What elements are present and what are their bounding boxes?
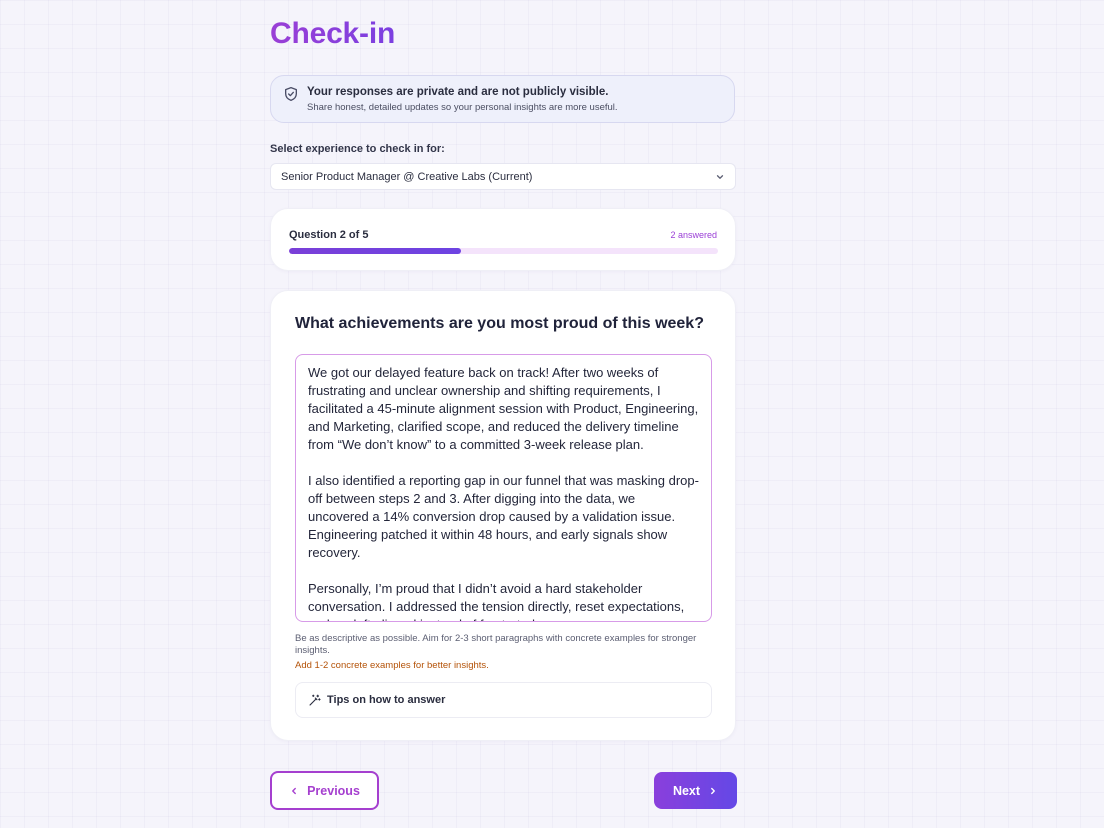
chevron-left-icon: [292, 787, 297, 794]
next-button[interactable]: Next: [654, 772, 737, 809]
page-title: Check-in: [270, 17, 396, 50]
helper-text: Be as descriptive as possible. Aim for 2…: [295, 633, 697, 656]
shield-check-icon: [285, 87, 297, 101]
privacy-subtitle: Share honest, detailed updates so your p…: [307, 102, 618, 113]
previous-button[interactable]: Previous: [270, 771, 379, 810]
experience-select-value: Senior Product Manager @ Creative Labs (…: [281, 170, 533, 183]
chevron-right-icon: [711, 787, 715, 794]
answer-paragraph: I also identified a reporting gap in our…: [308, 473, 699, 560]
tips-toggle[interactable]: Tips on how to answer: [295, 682, 712, 718]
progress-bar-fill: [289, 248, 461, 254]
answer-paragraph: We got our delayed feature back on track…: [308, 365, 699, 452]
warning-text: Add 1-2 concrete examples for better ins…: [295, 660, 489, 671]
chevron-down-icon: [716, 174, 724, 179]
privacy-banner: Your responses are private and are not p…: [270, 75, 735, 123]
question-text: What achievements are you most proud of …: [295, 315, 704, 332]
privacy-title: Your responses are private and are not p…: [307, 86, 609, 98]
progress-bar: [289, 248, 718, 254]
answer-paragraph: Personally, I’m proud that I didn’t avoi…: [308, 581, 685, 621]
tips-label: Tips on how to answer: [327, 694, 446, 706]
answer-textarea[interactable]: We got our delayed feature back on track…: [295, 354, 712, 622]
experience-select-label: Select experience to check in for:: [270, 143, 445, 155]
progress-card: Question 2 of 5 2 answered: [270, 208, 736, 271]
next-label: Next: [672, 783, 701, 798]
magic-wand-icon: [309, 694, 321, 706]
progress-label: Question 2 of 5: [289, 229, 369, 241]
answered-count: 2 answered: [670, 230, 717, 240]
experience-select[interactable]: Senior Product Manager @ Creative Labs (…: [270, 163, 736, 190]
previous-label: Previous: [307, 783, 360, 798]
question-card: What achievements are you most proud of …: [270, 290, 736, 741]
